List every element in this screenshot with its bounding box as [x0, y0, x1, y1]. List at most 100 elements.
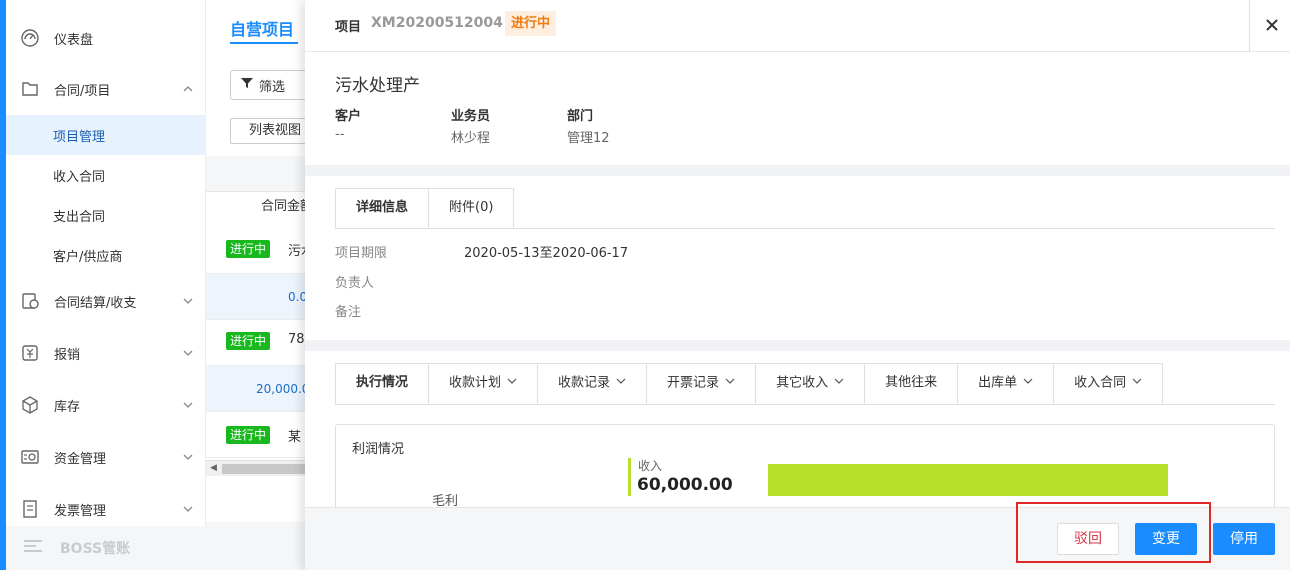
- tab-collection-records[interactable]: 收款记录: [538, 364, 648, 404]
- sidebar-item-label: 合同/项目: [54, 83, 111, 99]
- table-row[interactable]: 20,000.0: [206, 366, 316, 412]
- revenue-value: 60,000.00: [637, 475, 733, 495]
- info-value: 管理12: [567, 131, 610, 146]
- chevron-down-icon: [182, 503, 194, 519]
- tab-invoice-records[interactable]: 开票记录: [647, 364, 757, 404]
- project-summary: 污水处理产 客户 -- 业务员 林少程 部门 管理12: [305, 52, 1290, 165]
- sidebar-item-inventory[interactable]: 库存: [6, 385, 206, 425]
- info-label: 客户: [335, 109, 362, 124]
- project-detail-drawer: 项目 XM20200512004 进行中 污水处理产 客户 -- 业务员 林少程…: [305, 0, 1290, 570]
- close-separator: [1249, 0, 1250, 52]
- tab-other-transactions[interactable]: 其他往来: [865, 364, 959, 404]
- sidebar-item-label: 合同结算/收支: [54, 295, 137, 311]
- disable-button[interactable]: 停用: [1213, 523, 1275, 555]
- sidebar-item-reimbursement[interactable]: 报销: [6, 333, 206, 373]
- filter-button[interactable]: 筛选: [230, 70, 316, 100]
- list-footer: [206, 522, 316, 570]
- sidebar-item-funds[interactable]: 资金管理: [6, 437, 206, 477]
- tab-execution-status[interactable]: 执行情况: [336, 364, 430, 404]
- project-list-panel: 自营项目 筛选 列表视图 合同金额 进行中 污水 0.0 进行中 78 20,0…: [206, 0, 316, 570]
- sidebar-item-dashboard[interactable]: 仪表盘: [6, 18, 206, 58]
- tabs-divider: [335, 404, 1275, 405]
- info-value: 林少程: [451, 131, 491, 146]
- table-row[interactable]: 进行中 某: [206, 412, 316, 458]
- table-row[interactable]: 0.0: [206, 274, 316, 320]
- sidebar-item-customer-supplier[interactable]: 客户/供应商: [6, 235, 206, 275]
- tab-attachments[interactable]: 附件(0): [429, 188, 515, 228]
- invoice-icon: [20, 499, 40, 519]
- chevron-up-icon: [182, 83, 194, 99]
- sidebar-item-settlement[interactable]: 合同结算/收支: [6, 281, 206, 321]
- info-salesperson: 业务员 林少程: [451, 105, 490, 146]
- tab-collection-plan[interactable]: 收款计划: [429, 364, 539, 404]
- row-amount: 20,000.0: [256, 382, 310, 396]
- column-header-contract-amount: 合同金额: [261, 199, 314, 214]
- tab-label: 其它收入: [776, 375, 829, 391]
- tab-label: 执行情况: [356, 375, 409, 390]
- drawer-header: 项目 XM20200512004 进行中: [305, 0, 1290, 52]
- info-label: 部门: [567, 109, 594, 124]
- horizontal-scrollbar[interactable]: ◀: [206, 460, 316, 476]
- chevron-down-icon: [1023, 364, 1033, 402]
- change-button[interactable]: 变更: [1135, 523, 1197, 555]
- status-badge: 进行中: [226, 332, 271, 350]
- menu-toggle-icon: [24, 539, 42, 557]
- status-badge: 进行中: [505, 11, 557, 36]
- list-view-button[interactable]: 列表视图: [230, 118, 316, 144]
- revenue-indicator: [628, 458, 631, 496]
- detail-label-owner: 负责人: [335, 276, 375, 291]
- settlement-icon: [20, 291, 40, 311]
- filter-label: 筛选: [259, 79, 286, 95]
- chevron-down-icon: [182, 399, 194, 415]
- table-row[interactable]: 进行中 污水: [206, 228, 316, 274]
- info-value: --: [335, 127, 345, 142]
- close-icon[interactable]: [1260, 13, 1284, 37]
- app-brand-name: BOSS管账: [60, 541, 131, 557]
- sidebar-footer[interactable]: BOSS管账: [6, 526, 206, 570]
- detail-section: 详细信息 附件(0) 项目期限 2020-05-13至2020-06-17 负责…: [305, 176, 1290, 340]
- chevron-down-icon: [834, 364, 844, 402]
- drawer-title-label: 项目: [335, 20, 362, 35]
- revenue-label: 收入: [638, 459, 663, 473]
- status-badge: 进行中: [226, 426, 271, 444]
- revenue-bar: [768, 464, 1168, 496]
- sidebar-item-label: 报销: [54, 347, 81, 363]
- project-name: 污水处理产: [335, 76, 420, 96]
- chevron-down-icon: [182, 347, 194, 363]
- tab-label: 收入合同: [1074, 375, 1127, 391]
- dashboard-icon: [20, 28, 40, 48]
- scrollbar-thumb[interactable]: [222, 464, 312, 474]
- status-badge: 进行中: [226, 240, 271, 258]
- sidebar-item-contract-project[interactable]: 合同/项目: [6, 69, 206, 109]
- sidebar-item-invoice[interactable]: 发票管理: [6, 489, 206, 529]
- sidebar-item-project-management[interactable]: 项目管理: [6, 115, 206, 155]
- reimbursement-icon: [20, 343, 40, 363]
- tabs-divider: [335, 228, 1275, 229]
- sidebar-item-label: 仪表盘: [54, 32, 94, 48]
- drawer-footer: 驳回 变更 停用: [305, 502, 1290, 570]
- table-row[interactable]: 进行中 78: [206, 320, 316, 366]
- detail-tabs: 详细信息 附件(0): [335, 188, 515, 228]
- chevron-down-icon: [182, 295, 194, 311]
- info-department: 部门 管理12: [567, 105, 610, 146]
- sidebar-item-label: 库存: [54, 399, 81, 415]
- tab-detail-info[interactable]: 详细信息: [335, 188, 430, 228]
- row-project-name: 78: [288, 332, 305, 347]
- tab-income-contracts[interactable]: 收入合同: [1054, 364, 1162, 404]
- tab-self-operated-projects[interactable]: 自营项目: [230, 16, 294, 40]
- sidebar-item-expense-contract[interactable]: 支出合同: [6, 195, 206, 235]
- sidebar-item-income-contract[interactable]: 收入合同: [6, 155, 206, 195]
- folder-icon: [20, 79, 40, 99]
- chevron-down-icon: [1132, 364, 1142, 402]
- chevron-down-icon: [616, 364, 626, 402]
- funds-icon: [20, 447, 40, 467]
- profit-panel: 利润情况 毛利 收入 60,000.00: [335, 424, 1275, 514]
- chevron-down-icon: [725, 364, 735, 402]
- sidebar-item-label: 资金管理: [54, 451, 107, 467]
- info-customer: 客户 --: [335, 105, 361, 142]
- tab-other-income[interactable]: 其它收入: [756, 364, 866, 404]
- tab-outbound-orders[interactable]: 出库单: [958, 364, 1055, 404]
- project-code: XM20200512004: [371, 15, 503, 31]
- scroll-left-icon[interactable]: ◀: [210, 463, 217, 473]
- reject-button[interactable]: 驳回: [1057, 523, 1119, 555]
